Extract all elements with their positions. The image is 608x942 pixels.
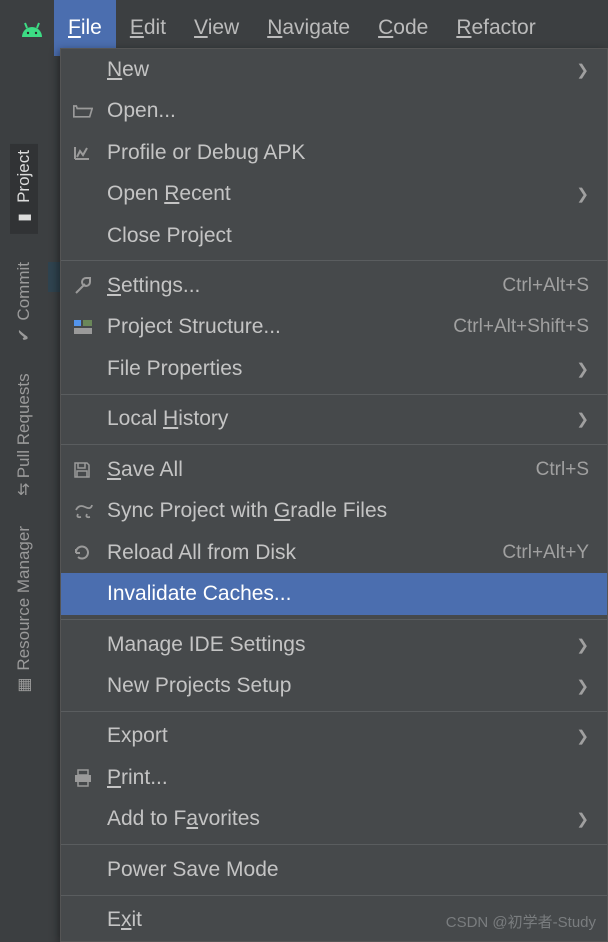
chevron-right-icon: ❯	[576, 61, 589, 79]
shortcut-text: Ctrl+Alt+Y	[502, 542, 589, 564]
watermark-text: CSDN @初学者-Study	[446, 911, 596, 932]
menu-separator	[61, 844, 607, 845]
sidebar-tab-resource-manager[interactable]: ▦ Resource Manager	[14, 526, 34, 696]
wrench-icon	[73, 276, 107, 296]
structure-icon	[73, 319, 107, 335]
menu-item-local-history[interactable]: Local History ❯	[61, 399, 607, 440]
menu-item-close-project[interactable]: Close Project	[61, 215, 607, 256]
shortcut-text: Ctrl+Alt+S	[502, 275, 589, 297]
folder-open-icon	[73, 103, 107, 119]
commit-icon: ✔	[15, 326, 34, 345]
menu-separator	[61, 394, 607, 395]
menu-separator	[61, 711, 607, 712]
menu-item-open[interactable]: Open...	[61, 90, 607, 131]
menu-item-manage-ide-settings[interactable]: Manage IDE Settings ❯	[61, 624, 607, 665]
chevron-right-icon: ❯	[576, 677, 589, 695]
menu-item-invalidate-caches[interactable]: Invalidate Caches...	[61, 573, 607, 614]
resource-icon: ▦	[15, 676, 34, 695]
menu-item-sync-gradle[interactable]: Sync Project with Gradle Files	[61, 490, 607, 531]
chevron-right-icon: ❯	[576, 727, 589, 745]
menu-item-settings[interactable]: Settings... Ctrl+Alt+S	[61, 265, 607, 306]
chart-icon	[73, 145, 107, 161]
pull-request-icon: ⇵	[17, 482, 30, 501]
menu-separator	[61, 444, 607, 445]
chevron-right-icon: ❯	[576, 810, 589, 828]
sidebar-tab-pull-requests[interactable]: ⇵ Pull Requests	[14, 373, 34, 497]
menu-item-power-save[interactable]: Power Save Mode	[61, 849, 607, 890]
menu-item-new[interactable]: New ❯	[61, 49, 607, 90]
folder-icon: ▮	[15, 209, 34, 228]
shortcut-text: Ctrl+Alt+Shift+S	[453, 316, 589, 338]
menu-item-save-all[interactable]: Save All Ctrl+S	[61, 449, 607, 490]
print-icon	[73, 769, 107, 787]
android-logo-icon	[10, 19, 54, 37]
menu-item-export[interactable]: Export ❯	[61, 716, 607, 757]
chevron-right-icon: ❯	[576, 636, 589, 654]
chevron-right-icon: ❯	[576, 360, 589, 378]
menu-item-new-projects-setup[interactable]: New Projects Setup ❯	[61, 665, 607, 706]
chevron-right-icon: ❯	[576, 410, 589, 428]
file-menu-dropdown: New ❯ Open... Profile or Debug APK Open …	[60, 48, 608, 942]
menu-item-print[interactable]: Print...	[61, 757, 607, 798]
shortcut-text: Ctrl+S	[536, 459, 589, 481]
menu-item-add-favorites[interactable]: Add to Favorites ❯	[61, 799, 607, 840]
menu-item-file-properties[interactable]: File Properties ❯	[61, 348, 607, 389]
sidebar-tab-project[interactable]: ▮ Project	[10, 144, 38, 234]
left-toolbar: ▮ Project ✔ Commit ⇵ Pull Requests ▦ Res…	[0, 56, 48, 942]
gradle-sync-icon	[73, 502, 107, 520]
reload-icon	[73, 544, 107, 562]
menu-item-reload-disk[interactable]: Reload All from Disk Ctrl+Alt+Y	[61, 532, 607, 573]
chevron-right-icon: ❯	[576, 185, 589, 203]
menu-item-open-recent[interactable]: Open Recent ❯	[61, 173, 607, 214]
menu-item-project-structure[interactable]: Project Structure... Ctrl+Alt+Shift+S	[61, 307, 607, 348]
menu-separator	[61, 895, 607, 896]
menu-separator	[61, 619, 607, 620]
sidebar-tab-commit[interactable]: ✔ Commit	[14, 262, 34, 346]
save-icon	[73, 461, 107, 479]
menu-separator	[61, 260, 607, 261]
menu-item-profile-apk[interactable]: Profile or Debug APK	[61, 132, 607, 173]
